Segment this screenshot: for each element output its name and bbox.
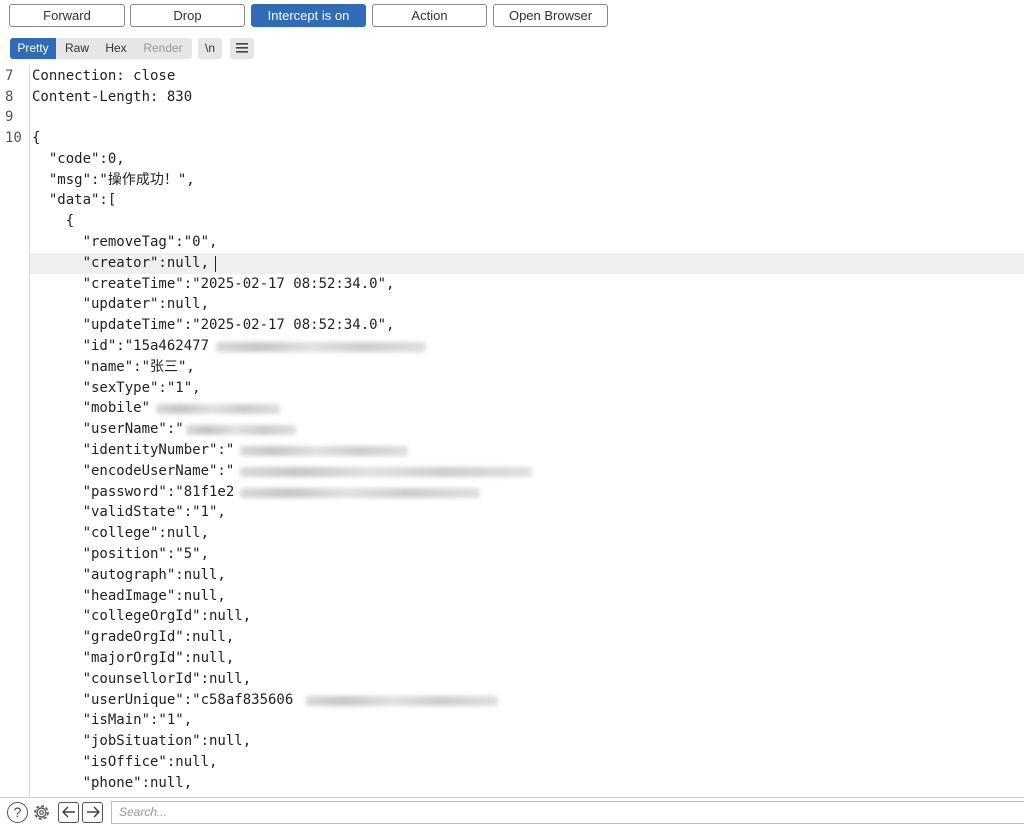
intercept-toggle-button[interactable]: Intercept is on	[251, 4, 366, 27]
code-line: "userName":"	[0, 419, 1024, 440]
tab-raw[interactable]: Raw	[56, 38, 98, 59]
redacted-value	[306, 696, 498, 706]
redacted-value	[240, 467, 532, 477]
arrow-right-icon[interactable]	[82, 802, 103, 823]
help-icon[interactable]: ?	[7, 802, 28, 823]
code-line: "isMain":"1",	[32, 712, 193, 728]
code-line: "code":0,	[32, 151, 125, 167]
code-line: "sexType":"1",	[32, 380, 201, 396]
code-line: 8 Content-Length: 830	[5, 89, 193, 105]
code-line: "phone":null,	[32, 775, 193, 791]
tab-pretty[interactable]: Pretty	[10, 38, 56, 59]
redacted-value	[240, 446, 408, 456]
code-line: "encodeUserName":"	[0, 461, 1024, 482]
drop-button[interactable]: Drop	[130, 4, 245, 27]
redacted-value	[240, 488, 480, 498]
tab-render[interactable]: Render	[134, 38, 192, 59]
code-line: "updater":null,	[32, 296, 210, 312]
code-line: "id":"15a462477	[0, 336, 1024, 357]
forward-button[interactable]: Forward	[9, 4, 125, 27]
code-line: "headImage":null,	[32, 588, 226, 604]
code-line: "validState":"1",	[32, 504, 226, 520]
code-line: "position":"5",	[32, 546, 210, 562]
editor-search-bar: ? Search...	[0, 797, 1024, 828]
tab-hex[interactable]: Hex	[98, 38, 134, 59]
code-line: "autograph":null,	[32, 567, 226, 583]
message-view-tabs: Pretty Raw Hex Render \n	[0, 36, 1024, 63]
search-input[interactable]: Search...	[111, 801, 1024, 824]
code-line: "collegeOrgId":null,	[32, 608, 252, 624]
redacted-value	[216, 342, 426, 352]
code-line: "msg":"操作成功！",	[32, 172, 195, 188]
code-line: "majorOrgId":null,	[32, 650, 235, 666]
code-line: "isOffice":null,	[32, 754, 218, 770]
code-line: "jobSituation":null,	[32, 733, 252, 749]
intercept-toolbar: Forward Drop Intercept is on Action Open…	[0, 0, 1024, 31]
code-line: "counsellorId":null,	[32, 671, 252, 687]
code-line: "password":"81f1e2	[0, 482, 1024, 503]
code-line: "createTime":"2025-02-17 08:52:34.0",	[32, 276, 395, 292]
redacted-value	[156, 404, 280, 414]
code-line: "identityNumber":"	[0, 440, 1024, 461]
hamburger-icon[interactable]	[230, 38, 254, 59]
code-line: 7 Connection: close	[5, 68, 176, 84]
arrow-left-icon[interactable]	[58, 802, 79, 823]
code-line: "removeTag":"0",	[32, 234, 218, 250]
code-line: {	[32, 213, 75, 229]
code-line: "userUnique":"c58af835606	[0, 690, 1024, 711]
code-line: "gradeOrgId":null,	[32, 629, 235, 645]
code-line: 9	[5, 109, 14, 125]
code-line: "mobile"	[0, 398, 1024, 419]
redacted-value	[186, 425, 296, 435]
action-button[interactable]: Action	[372, 4, 487, 27]
code-line: 10{	[5, 130, 41, 146]
code-line: "college":null,	[32, 525, 210, 541]
code-line: "updateTime":"2025-02-17 08:52:34.0",	[32, 317, 395, 333]
text-caret	[215, 256, 216, 272]
response-editor[interactable]: 7 Connection: close 8 Content-Length: 830 …	[0, 65, 1024, 797]
code-line: "name":"张三",	[32, 359, 195, 375]
code-line: "data":[	[32, 192, 117, 208]
current-code-line: "creator":null,	[30, 253, 1024, 274]
show-newlines-toggle[interactable]: \n	[198, 38, 222, 59]
open-browser-button[interactable]: Open Browser	[493, 4, 608, 27]
gear-icon[interactable]	[31, 802, 52, 823]
